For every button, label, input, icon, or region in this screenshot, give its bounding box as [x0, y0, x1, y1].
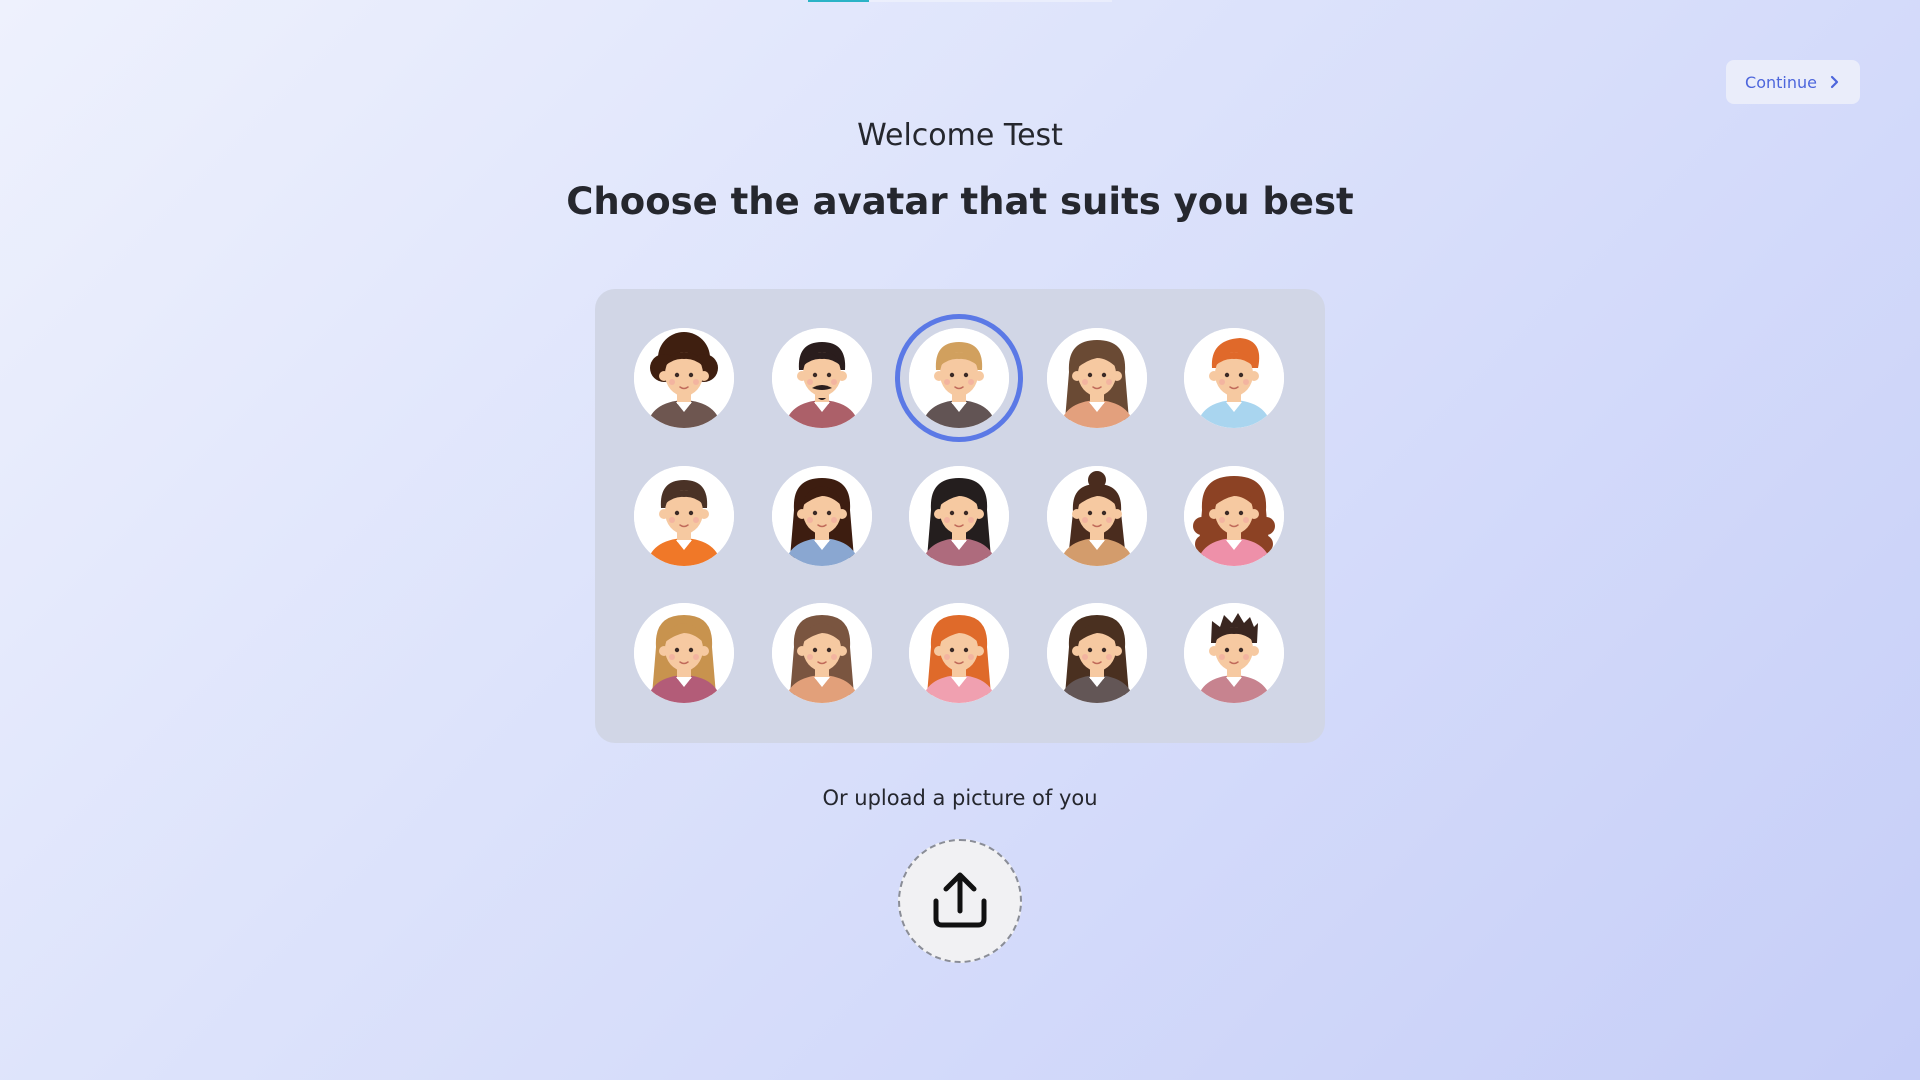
progress-bar: [808, 0, 1112, 2]
avatar-option-10[interactable]: [1184, 465, 1284, 566]
avatar-option-15[interactable]: [1184, 603, 1284, 703]
upload-button[interactable]: [898, 839, 1022, 963]
avatar-option-11[interactable]: [634, 603, 734, 703]
avatar-option-2[interactable]: [771, 328, 872, 428]
avatar-option-5[interactable]: [1184, 328, 1284, 428]
avatar-option-12[interactable]: [771, 603, 872, 703]
progress-bar-fill: [808, 0, 869, 2]
avatar-option-3[interactable]: [909, 328, 1009, 428]
avatar-option-6[interactable]: [634, 465, 734, 566]
continue-label: Continue: [1745, 72, 1817, 92]
upload-prompt: Or upload a picture of you: [822, 786, 1098, 810]
avatar-option-7[interactable]: [771, 465, 872, 566]
page-title: Choose the avatar that suits you best: [566, 180, 1354, 223]
continue-button[interactable]: Continue: [1726, 60, 1860, 104]
chevron-right-icon: [1827, 75, 1841, 89]
avatar-option-13[interactable]: [909, 603, 1009, 703]
welcome-heading: Welcome Test: [857, 118, 1063, 153]
avatar-option-4[interactable]: [1046, 328, 1147, 428]
avatar-option-8[interactable]: [909, 465, 1009, 566]
avatar-option-1[interactable]: [634, 328, 734, 428]
upload-icon: [928, 867, 992, 935]
avatar-option-14[interactable]: [1046, 603, 1147, 703]
avatar-grid: [595, 289, 1325, 743]
avatar-option-9[interactable]: [1046, 465, 1147, 566]
